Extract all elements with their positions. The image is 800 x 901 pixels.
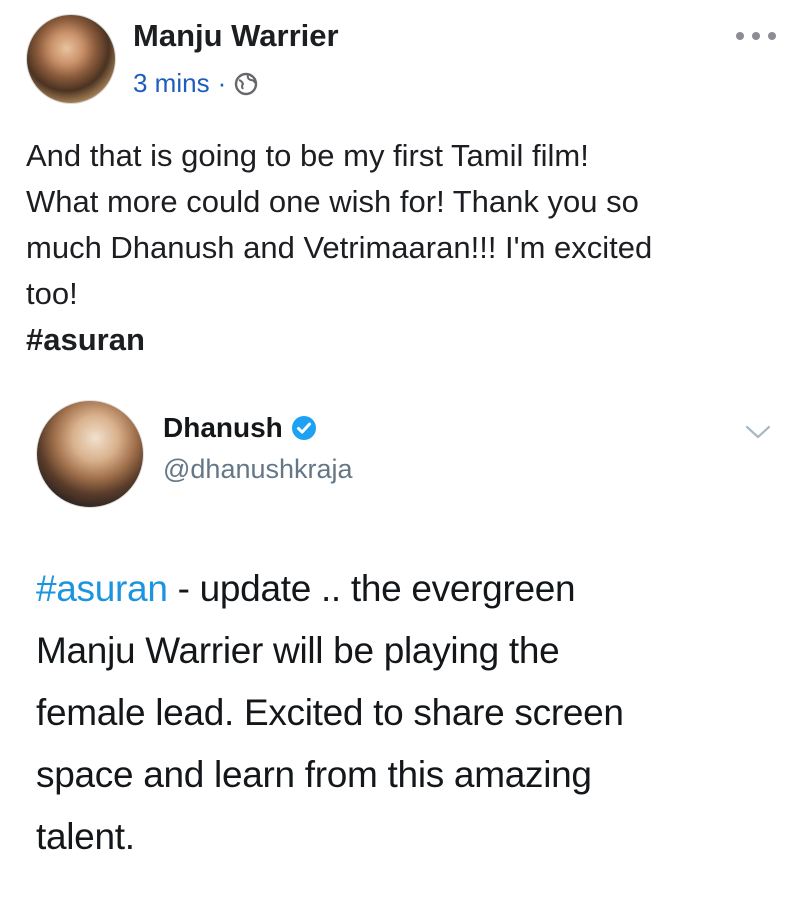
globe-icon[interactable] xyxy=(234,72,258,96)
post-text-line: too! xyxy=(26,276,78,311)
tweet-hashtag-link[interactable]: #asuran xyxy=(36,568,168,609)
post-text-line: What more could one wish for! Thank you … xyxy=(26,184,639,219)
tweet-author-name-row: Dhanush xyxy=(163,412,317,444)
post-text-line: much Dhanush and Vetrimaaran!!! I'm exci… xyxy=(26,230,653,265)
author-avatar[interactable] xyxy=(26,14,116,104)
more-options-icon[interactable] xyxy=(736,26,776,46)
chevron-down-icon[interactable] xyxy=(745,424,771,440)
post-timestamp[interactable]: 3 mins xyxy=(133,68,210,99)
tweet-author-name[interactable]: Dhanush xyxy=(163,412,283,444)
tweet-author-avatar[interactable] xyxy=(36,400,144,508)
tweet-text-line: female lead. Excited to share screen xyxy=(36,692,624,733)
tweet-text-line: #asuran - update .. the evergreen xyxy=(36,558,776,620)
meta-separator: · xyxy=(217,68,227,98)
tweet-text-line: space and learn from this amazing xyxy=(36,754,592,795)
tweet-text-line: Manju Warrier will be playing the xyxy=(36,630,560,671)
embedded-tweet: Dhanush @dhanushkraja #asuran - update .… xyxy=(0,390,800,901)
post-header: Manju Warrier 3 mins · xyxy=(26,14,776,114)
post-text: And that is going to be my first Tamil f… xyxy=(26,133,766,363)
post-hashtag-link[interactable]: #asuran xyxy=(26,322,145,357)
tweet-text: #asuran - update .. the evergreen Manju … xyxy=(36,558,776,868)
tweet-text-line: talent. xyxy=(36,816,135,857)
verified-badge-icon xyxy=(291,415,317,441)
tweet-author-handle[interactable]: @dhanushkraja xyxy=(163,454,353,485)
post-meta: 3 mins · xyxy=(133,68,258,99)
author-name[interactable]: Manju Warrier xyxy=(133,18,339,54)
post-text-line: And that is going to be my first Tamil f… xyxy=(26,138,589,173)
tweet-text-fragment: - update .. the evergreen xyxy=(167,568,576,609)
